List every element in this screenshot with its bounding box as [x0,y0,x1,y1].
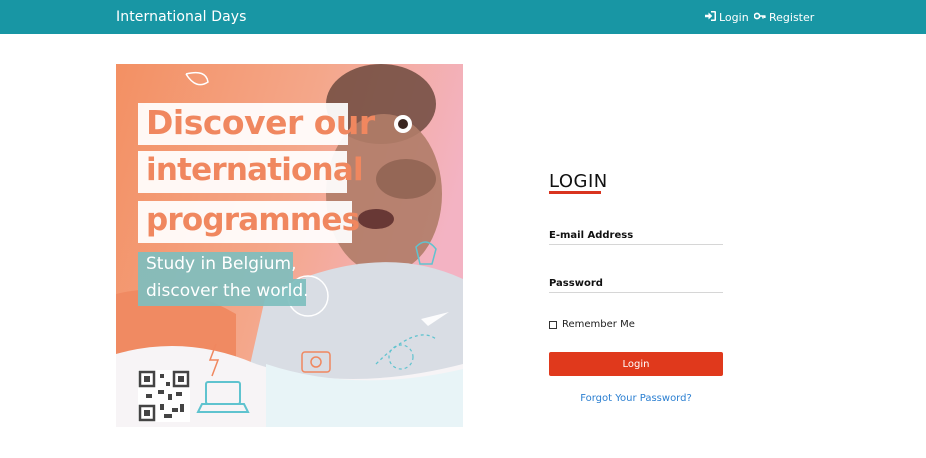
promo-headline-line3: programmes [138,201,360,243]
brand-link[interactable]: International Days [116,9,247,25]
login-button[interactable]: Login [549,352,723,376]
login-title: LOGIN [549,171,608,192]
promo-image: Discover our international programmes St… [116,64,463,427]
email-field[interactable] [549,229,723,245]
remember-me-row[interactable]: Remember Me [549,319,635,330]
nav-register-label: Register [769,11,815,24]
promo-headline-line2: international [138,151,364,193]
remember-me-checkbox[interactable] [549,320,557,329]
key-icon [753,11,766,24]
remember-me-label: Remember Me [562,319,635,330]
sign-in-icon [705,11,716,24]
top-navbar: International Days Login Register [0,0,926,34]
forgot-password-link[interactable]: Forgot Your Password? [549,393,723,404]
promo-headline-line1: Discover our [138,103,375,145]
nav-login-link[interactable]: Login [705,11,749,24]
nav-register-link[interactable]: Register [753,11,815,24]
login-title-underline [549,191,601,194]
promo-subline1: Study in Belgium, [138,252,297,279]
password-field[interactable] [549,277,723,293]
promo-subline2: discover the world. [138,279,309,306]
nav-login-label: Login [719,11,749,24]
